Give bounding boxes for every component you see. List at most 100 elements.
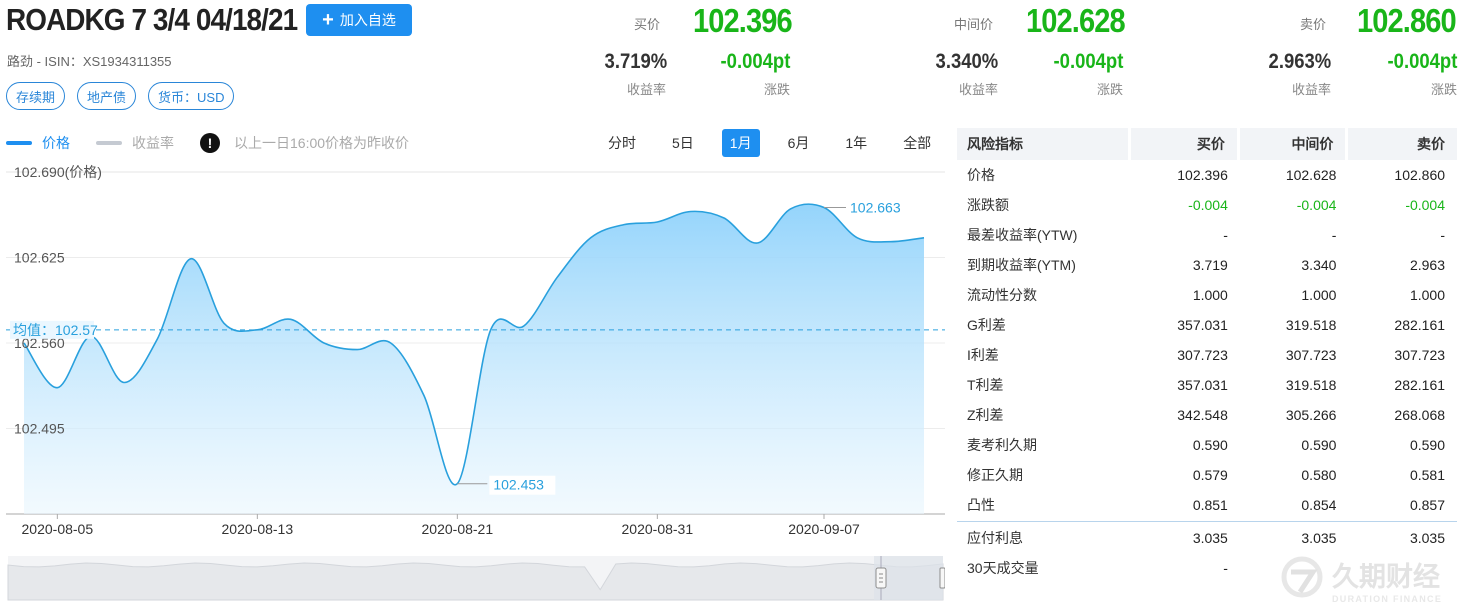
risk-value-bid: -0.004 [1188, 197, 1228, 213]
navigator-handle-right[interactable] [939, 567, 945, 589]
max-label-text: 102.663 [850, 200, 901, 216]
risk-row: 应付利息 3.035 3.035 3.035 [957, 523, 1457, 553]
max-label: 102.663 [846, 198, 912, 218]
risk-value-bid: - [1223, 227, 1228, 243]
risk-value-bid: 307.723 [1177, 347, 1228, 363]
risk-row: 修正久期 0.579 0.580 0.581 [957, 460, 1457, 490]
risk-row: 流动性分数 1.000 1.000 1.000 [957, 280, 1457, 310]
header-bid: 买价 [1131, 128, 1237, 160]
risk-value-mid: 0.580 [1301, 467, 1337, 483]
risk-value-mid: 3.340 [1301, 257, 1337, 273]
risk-value-mid: 319.518 [1285, 317, 1337, 333]
x-tick-label: 2020-08-31 [622, 521, 694, 537]
risk-value-ask: 282.161 [1394, 377, 1446, 393]
risk-value-mid: 3.035 [1301, 530, 1337, 546]
risk-row-label: 应付利息 [967, 530, 1023, 546]
risk-value-mid: 319.518 [1285, 377, 1337, 393]
x-tick-label: 2020-08-13 [222, 521, 294, 537]
min-label: 102.453 [489, 475, 556, 495]
risk-value-ask: 3.035 [1409, 530, 1446, 546]
risk-value-bid: 0.579 [1192, 467, 1228, 483]
risk-row-label: Z利差 [967, 407, 1004, 423]
price-area [24, 204, 924, 515]
quote-change-label: 涨跌 [1096, 82, 1123, 97]
quote-label: 卖价 [1300, 17, 1327, 32]
risk-row: 最差收益率(YTW) - - - [957, 220, 1457, 250]
risk-row-label: G利差 [967, 317, 1006, 333]
risk-value-mid: 102.628 [1285, 167, 1337, 183]
risk-value-mid: - [1331, 227, 1337, 243]
risk-value-bid: 1.000 [1192, 287, 1228, 303]
x-tick-label: 2020-08-21 [422, 521, 494, 537]
price-chart: 102.690(价格)102.625102.560102.495 2020-08… [6, 164, 945, 601]
risk-value-ask: 282.161 [1394, 317, 1446, 333]
quote-yield: 2.963% [1268, 50, 1331, 73]
risk-value-bid: - [1223, 560, 1228, 576]
y-tick-label: 102.495 [14, 421, 65, 437]
y-tick-label: 102.690(价格) [14, 164, 102, 180]
risk-row: 麦考利久期 0.590 0.590 0.590 [957, 430, 1457, 460]
header-ask: 卖价 [1348, 128, 1457, 160]
risk-row: Z利差 342.548 305.266 268.068 [957, 400, 1457, 430]
quote-label: 中间价 [954, 17, 994, 32]
risk-value-ask: 0.857 [1409, 497, 1446, 513]
risk-row: 凸性 0.851 0.854 0.857 [957, 490, 1457, 520]
risk-row: 30天成交量 - [957, 553, 1457, 583]
risk-value-bid: 342.548 [1177, 407, 1228, 423]
header-indicator: 风险指标 [957, 128, 1129, 160]
risk-row: 价格 102.396 102.628 102.860 [957, 160, 1457, 190]
mean-label-text: 均值：102.57 [13, 322, 98, 338]
risk-row-label: 价格 [967, 167, 995, 183]
risk-value-bid: 102.396 [1177, 167, 1228, 183]
watermark-en: DURATION FINANCE [1332, 594, 1442, 604]
risk-row-label: 到期收益率(YTM) [967, 257, 1076, 273]
risk-value-bid: 357.031 [1177, 317, 1228, 333]
quote-change: -0.004pt [1053, 50, 1123, 73]
risk-value-bid: 0.590 [1192, 437, 1228, 453]
risk-row: G利差 357.031 319.518 282.161 [957, 310, 1457, 340]
risk-row-label: T利差 [967, 377, 1004, 393]
risk-value-mid: 305.266 [1285, 407, 1337, 423]
risk-value-ask: 0.590 [1409, 437, 1446, 453]
risk-value-ask: 2.963 [1409, 257, 1446, 273]
risk-value-bid: 3.719 [1192, 257, 1228, 273]
x-axis-ticks: 2020-08-05 2020-08-13 2020-08-21 2020-08-31… [22, 514, 860, 537]
quote-price: 102.628 [1026, 2, 1126, 39]
risk-value-mid: 307.723 [1285, 347, 1337, 363]
risk-value-ask: - [1440, 227, 1446, 243]
table-divider [957, 521, 1457, 522]
risk-row: 到期收益率(YTM) 3.719 3.340 2.963 [957, 250, 1457, 280]
quote-yield-label: 收益率 [958, 82, 998, 97]
risk-table-extra: 应付利息 3.035 3.035 3.035 30天成交量 - [957, 523, 1457, 583]
risk-row-label: 流动性分数 [967, 287, 1037, 303]
risk-table-header: 风险指标 买价 中间价 卖价 [957, 128, 1457, 160]
min-label-text: 102.453 [493, 477, 544, 493]
risk-value-bid: 3.035 [1192, 530, 1228, 546]
risk-value-ask: 307.723 [1394, 347, 1446, 363]
risk-row: I利差 307.723 307.723 307.723 [957, 340, 1457, 370]
risk-row: 涨跌额 -0.004 -0.004 -0.004 [957, 190, 1457, 220]
quote-change: -0.004pt [1387, 50, 1457, 73]
y-tick-label: 102.625 [14, 250, 65, 266]
risk-row-label: 麦考利久期 [967, 437, 1037, 453]
risk-value-mid: 1.000 [1301, 287, 1337, 303]
risk-row-label: 涨跌额 [967, 197, 1009, 213]
risk-value-bid: 0.851 [1192, 497, 1228, 513]
risk-table-body: 价格 102.396 102.628 102.860 涨跌额 -0.004 -0.004 -0… [957, 160, 1457, 520]
risk-value-ask: 0.581 [1409, 467, 1446, 483]
risk-value-mid: 0.590 [1301, 437, 1337, 453]
risk-row-label: 最差收益率(YTW) [967, 227, 1078, 243]
risk-value-mid: 0.854 [1301, 497, 1337, 513]
navigator-series [7, 562, 944, 601]
risk-row-label: 凸性 [967, 497, 995, 513]
mean-label: 均值：102.57 [13, 322, 98, 338]
quote-yield-label: 收益率 [1291, 82, 1331, 97]
risk-row-label: 30天成交量 [967, 560, 1039, 576]
risk-value-ask: 1.000 [1409, 287, 1446, 303]
risk-value-mid: -0.004 [1296, 197, 1337, 213]
quote-price: 102.860 [1357, 2, 1457, 39]
x-tick-label: 2020-08-05 [22, 521, 94, 537]
risk-row-label: I利差 [967, 347, 999, 363]
risk-value-ask: 268.068 [1394, 407, 1446, 423]
risk-row-label: 修正久期 [967, 467, 1023, 483]
